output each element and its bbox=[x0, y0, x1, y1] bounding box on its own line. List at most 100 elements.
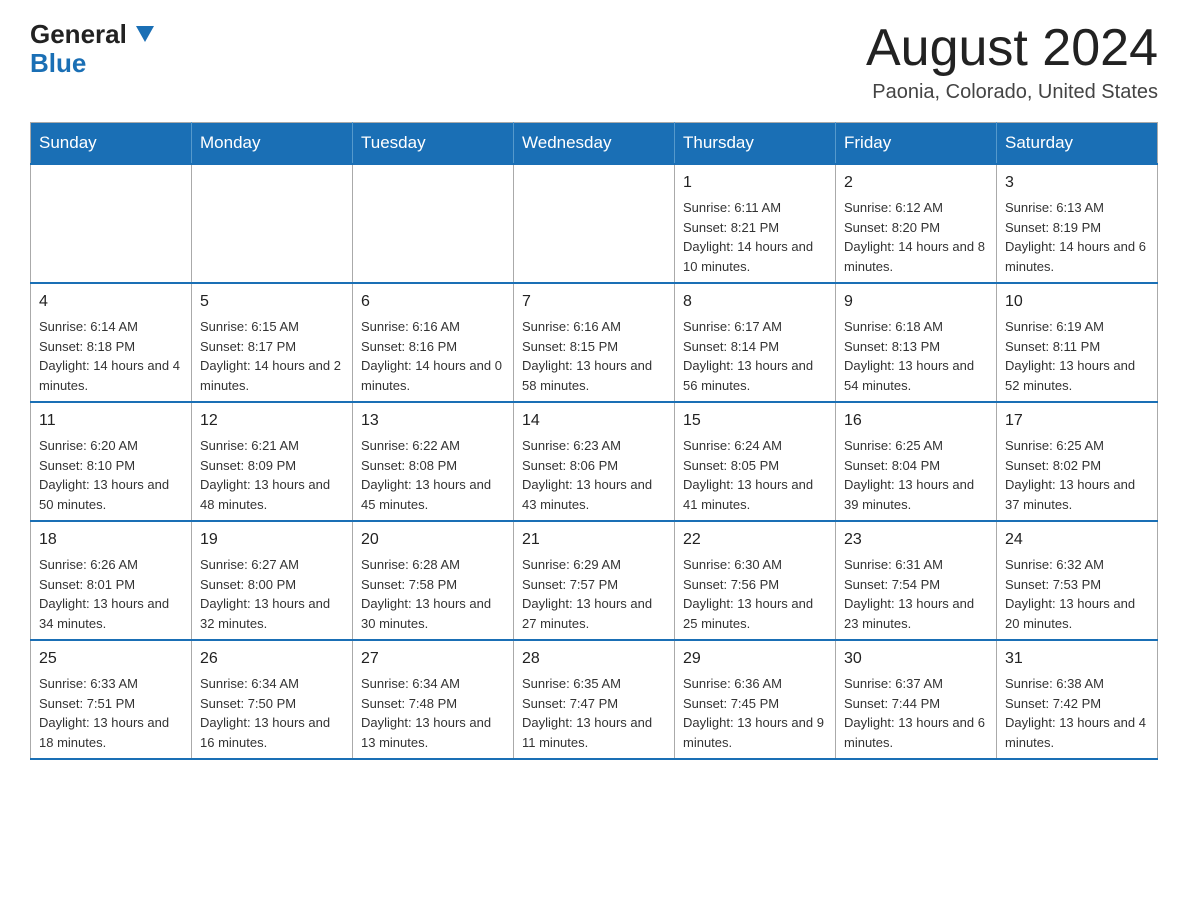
day-info-line: Sunset: 7:45 PM bbox=[683, 694, 827, 714]
day-number: 5 bbox=[200, 290, 344, 314]
day-info-line: Sunrise: 6:36 AM bbox=[683, 674, 827, 694]
day-info-line: Daylight: 13 hours and 50 minutes. bbox=[39, 475, 183, 514]
day-info-line: Sunrise: 6:28 AM bbox=[361, 555, 505, 575]
calendar-cell-w4-d4: 22 Sunrise: 6:30 AMSunset: 7:56 PMDayligh… bbox=[675, 521, 836, 640]
day-info-line: Daylight: 13 hours and 18 minutes. bbox=[39, 713, 183, 752]
calendar-cell-w3-d3: 14Sunrise: 6:23 AMSunset: 8:06 PMDayligh… bbox=[514, 402, 675, 521]
day-info-line: Daylight: 13 hours and 25 minutes. bbox=[683, 594, 827, 633]
day-info-line: Daylight: 14 hours and 0 minutes. bbox=[361, 356, 505, 395]
calendar-header-row: Sunday Monday Tuesday Wednesday Thursday… bbox=[31, 123, 1158, 165]
day-info-line: Daylight: 13 hours and 39 minutes. bbox=[844, 475, 988, 514]
day-info-line: Sunset: 8:01 PM bbox=[39, 575, 183, 595]
day-info-line: Sunrise: 6:14 AM bbox=[39, 317, 183, 337]
day-info-line: Sunrise: 6:27 AM bbox=[200, 555, 344, 575]
day-info-line: Sunset: 8:20 PM bbox=[844, 218, 988, 238]
day-info-line: Daylight: 13 hours and 20 minutes. bbox=[1005, 594, 1149, 633]
day-info-line: Daylight: 13 hours and 54 minutes. bbox=[844, 356, 988, 395]
day-info-line: Sunrise: 6:35 AM bbox=[522, 674, 666, 694]
col-friday: Friday bbox=[836, 123, 997, 165]
day-info-line: Daylight: 14 hours and 4 minutes. bbox=[39, 356, 183, 395]
day-number: 9 bbox=[844, 290, 988, 314]
day-info-line: Sunset: 8:04 PM bbox=[844, 456, 988, 476]
logo-text: General Blue bbox=[30, 20, 154, 77]
day-info-line: Sunset: 7:42 PM bbox=[1005, 694, 1149, 714]
day-info-line: Sunset: 7:44 PM bbox=[844, 694, 988, 714]
day-info-line: Sunset: 8:00 PM bbox=[200, 575, 344, 595]
day-info-line: Sunrise: 6:21 AM bbox=[200, 436, 344, 456]
calendar-cell-w2-d3: 7Sunrise: 6:16 AMSunset: 8:15 PMDaylight… bbox=[514, 283, 675, 402]
calendar-cell-w1-d6: 3Sunrise: 6:13 AMSunset: 8:19 PMDaylight… bbox=[997, 164, 1158, 283]
day-info-line: Sunset: 8:13 PM bbox=[844, 337, 988, 357]
day-info-line: Sunrise: 6:23 AM bbox=[522, 436, 666, 456]
day-number: 30 bbox=[844, 647, 988, 671]
calendar-cell-w1-d0 bbox=[31, 164, 192, 283]
day-info-line: Daylight: 13 hours and 52 minutes. bbox=[1005, 356, 1149, 395]
day-number: 20 bbox=[361, 528, 505, 552]
day-info-line: Daylight: 13 hours and 41 minutes. bbox=[683, 475, 827, 514]
day-number: 11 bbox=[39, 409, 183, 433]
day-info-line: Sunset: 8:05 PM bbox=[683, 456, 827, 476]
day-info-line: Sunrise: 6:30 AM bbox=[683, 555, 827, 575]
calendar-cell-w3-d0: 11Sunrise: 6:20 AMSunset: 8:10 PMDayligh… bbox=[31, 402, 192, 521]
day-number: 6 bbox=[361, 290, 505, 314]
day-info-line: Sunrise: 6:16 AM bbox=[361, 317, 505, 337]
day-number: 17 bbox=[1005, 409, 1149, 433]
day-number: 27 bbox=[361, 647, 505, 671]
calendar-cell-w5-d5: 30Sunrise: 6:37 AMSunset: 7:44 PMDayligh… bbox=[836, 640, 997, 759]
calendar-table: Sunday Monday Tuesday Wednesday Thursday… bbox=[30, 122, 1158, 760]
day-info-line: Sunset: 8:06 PM bbox=[522, 456, 666, 476]
day-info-line: Sunset: 8:21 PM bbox=[683, 218, 827, 238]
day-number: 3 bbox=[1005, 171, 1149, 195]
day-info-line: Daylight: 14 hours and 2 minutes. bbox=[200, 356, 344, 395]
calendar-cell-w2-d6: 10Sunrise: 6:19 AMSunset: 8:11 PMDayligh… bbox=[997, 283, 1158, 402]
day-info-line: Sunset: 8:19 PM bbox=[1005, 218, 1149, 238]
day-info-line: Daylight: 13 hours and 9 minutes. bbox=[683, 713, 827, 752]
day-info-line: Sunrise: 6:29 AM bbox=[522, 555, 666, 575]
day-info-line: Daylight: 13 hours and 32 minutes. bbox=[200, 594, 344, 633]
day-info-line: Sunset: 8:16 PM bbox=[361, 337, 505, 357]
calendar-cell-w3-d5: 16Sunrise: 6:25 AMSunset: 8:04 PMDayligh… bbox=[836, 402, 997, 521]
day-info-line: Sunrise: 6:25 AM bbox=[1005, 436, 1149, 456]
day-number: 28 bbox=[522, 647, 666, 671]
day-info-line: Daylight: 13 hours and 13 minutes. bbox=[361, 713, 505, 752]
day-info-line: Sunrise: 6:37 AM bbox=[844, 674, 988, 694]
calendar-week-2: 4Sunrise: 6:14 AMSunset: 8:18 PMDaylight… bbox=[31, 283, 1158, 402]
day-info-line: Sunset: 8:17 PM bbox=[200, 337, 344, 357]
day-number: 15 bbox=[683, 409, 827, 433]
calendar-cell-w5-d2: 27Sunrise: 6:34 AMSunset: 7:48 PMDayligh… bbox=[353, 640, 514, 759]
calendar-cell-w3-d6: 17Sunrise: 6:25 AMSunset: 8:02 PMDayligh… bbox=[997, 402, 1158, 521]
col-monday: Monday bbox=[192, 123, 353, 165]
day-info-line: Daylight: 13 hours and 23 minutes. bbox=[844, 594, 988, 633]
day-info-line: Sunset: 7:58 PM bbox=[361, 575, 505, 595]
col-thursday: Thursday bbox=[675, 123, 836, 165]
day-info-line: Sunset: 8:15 PM bbox=[522, 337, 666, 357]
day-number: 4 bbox=[39, 290, 183, 314]
day-number: 31 bbox=[1005, 647, 1149, 671]
day-number: 22 bbox=[683, 528, 827, 552]
calendar-cell-w2-d0: 4 Sunrise: 6:14 AMSunset: 8:18 PMDaylight… bbox=[31, 283, 192, 402]
day-info-line: Sunrise: 6:32 AM bbox=[1005, 555, 1149, 575]
day-info-line: Daylight: 14 hours and 6 minutes. bbox=[1005, 237, 1149, 276]
calendar-cell-w4-d1: 19Sunrise: 6:27 AMSunset: 8:00 PMDayligh… bbox=[192, 521, 353, 640]
col-tuesday: Tuesday bbox=[353, 123, 514, 165]
day-info-line: Daylight: 13 hours and 56 minutes. bbox=[683, 356, 827, 395]
day-number: 10 bbox=[1005, 290, 1149, 314]
calendar-cell-w1-d5: 2Sunrise: 6:12 AMSunset: 8:20 PMDaylight… bbox=[836, 164, 997, 283]
calendar-cell-w5-d4: 29 Sunrise: 6:36 AMSunset: 7:45 PMDayligh… bbox=[675, 640, 836, 759]
calendar-cell-w3-d1: 12Sunrise: 6:21 AMSunset: 8:09 PMDayligh… bbox=[192, 402, 353, 521]
calendar-cell-w4-d6: 24Sunrise: 6:32 AMSunset: 7:53 PMDayligh… bbox=[997, 521, 1158, 640]
day-info-line: Sunrise: 6:16 AM bbox=[522, 317, 666, 337]
day-number: 29 bbox=[683, 647, 827, 671]
day-info-line: Sunrise: 6:17 AM bbox=[683, 317, 827, 337]
calendar-cell-w4-d3: 21Sunrise: 6:29 AMSunset: 7:57 PMDayligh… bbox=[514, 521, 675, 640]
day-number: 16 bbox=[844, 409, 988, 433]
day-info-line: Sunset: 8:18 PM bbox=[39, 337, 183, 357]
col-sunday: Sunday bbox=[31, 123, 192, 165]
title-block: August 2024 Paonia, Colorado, United Sta… bbox=[866, 20, 1158, 104]
day-info-line: Sunrise: 6:34 AM bbox=[200, 674, 344, 694]
day-info-line: Sunset: 7:56 PM bbox=[683, 575, 827, 595]
calendar-cell-w1-d4: 1Sunrise: 6:11 AMSunset: 8:21 PMDaylight… bbox=[675, 164, 836, 283]
logo: General Blue bbox=[30, 20, 154, 77]
day-info-line: Sunrise: 6:20 AM bbox=[39, 436, 183, 456]
calendar-week-1: 1Sunrise: 6:11 AMSunset: 8:21 PMDaylight… bbox=[31, 164, 1158, 283]
